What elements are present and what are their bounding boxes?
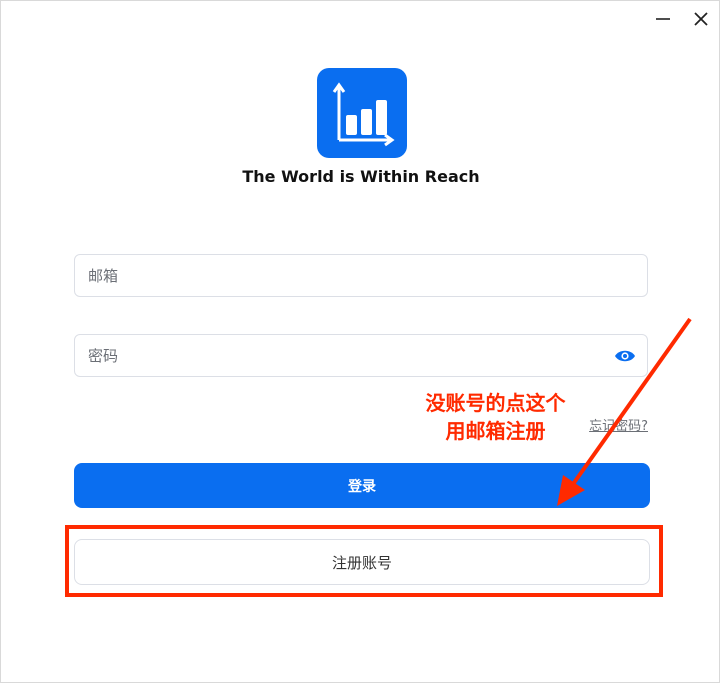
app-tagline: The World is Within Reach	[242, 167, 480, 186]
login-window: The World is Within Reach 忘记密码? 登录 注册账号 …	[0, 0, 720, 683]
app-logo	[317, 68, 407, 158]
password-input[interactable]	[86, 345, 614, 366]
email-field[interactable]	[74, 254, 648, 297]
annotation-line-2: 用邮箱注册	[445, 419, 546, 443]
annotation-text: 没账号的点这个 用邮箱注册	[403, 389, 588, 445]
email-input[interactable]	[86, 265, 636, 286]
close-icon[interactable]	[689, 7, 713, 31]
minimize-icon[interactable]	[651, 7, 675, 31]
forgot-password-link[interactable]: 忘记密码?	[589, 415, 648, 434]
bar-chart-icon	[332, 82, 395, 147]
eye-icon[interactable]	[614, 345, 636, 367]
register-button[interactable]: 注册账号	[74, 539, 650, 585]
annotation-line-1: 没账号的点这个	[425, 391, 566, 415]
window-controls	[651, 7, 713, 31]
login-button[interactable]: 登录	[74, 463, 650, 508]
password-field[interactable]	[74, 334, 648, 377]
